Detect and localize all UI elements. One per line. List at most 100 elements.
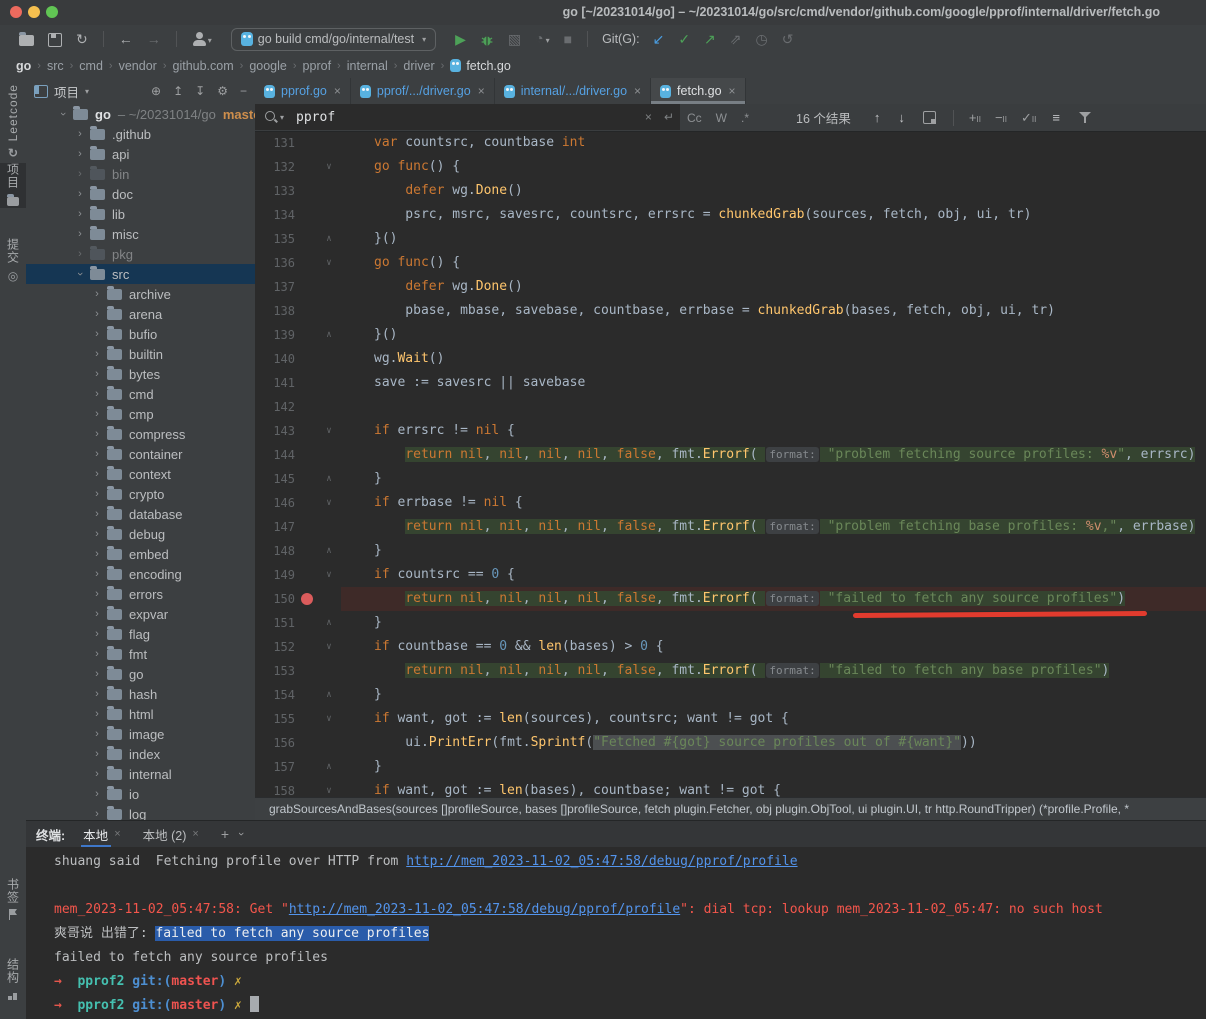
sidebar-item-commit[interactable]: 提交 ◎ [0,238,26,283]
line-number[interactable]: 137 [255,280,297,294]
tree-item[interactable]: › doc [26,184,255,204]
fold-gutter[interactable]: ∨ [317,642,341,652]
profiler-icon[interactable]: ◔ ▾ [535,24,549,55]
user-profile-icon[interactable]: ▾ [192,24,212,55]
fold-gutter[interactable]: ∧ [317,330,341,340]
fold-gutter[interactable]: ∨ [317,426,341,436]
chevron-right-icon[interactable]: › [90,348,104,360]
editor-tab[interactable]: internal/.../driver.go × [495,78,652,104]
tree-item[interactable]: › container [26,444,255,464]
tree-item[interactable]: › fmt [26,644,255,664]
tree-item[interactable]: › crypto [26,484,255,504]
maximize-window-button[interactable] [46,6,58,18]
editor-tab[interactable]: pprof/.../driver.go × [351,78,495,104]
tree-item[interactable]: › .github [26,124,255,144]
tree-item[interactable]: › compress [26,424,255,444]
previous-occurrence-icon[interactable]: ↑ [874,110,881,125]
line-number[interactable]: 141 [255,376,297,390]
code-line[interactable]: 143 ∨ if errsrc != nil { [255,419,1206,443]
line-number[interactable]: 151 [255,616,297,630]
fold-gutter[interactable]: ∨ [317,162,341,172]
next-occurrence-icon[interactable]: ↓ [898,110,905,125]
code-line[interactable]: 146 ∨ if errbase != nil { [255,491,1206,515]
tree-item[interactable]: › debug [26,524,255,544]
chevron-right-icon[interactable]: › [90,468,104,480]
line-number[interactable]: 145 [255,472,297,486]
chevron-right-icon[interactable]: › [74,267,86,281]
fold-gutter[interactable]: ∨ [317,786,341,796]
editor-tab[interactable]: pprof.go × [255,78,351,104]
line-number[interactable]: 152 [255,640,297,654]
terminal-link[interactable]: http://mem_2023-11-02_05:47:58/debug/ppr… [289,902,680,917]
chevron-right-icon[interactable]: › [90,668,104,680]
remove-occurrence-icon[interactable]: −II [995,110,1007,125]
sidebar-item-bookmarks[interactable]: 书签 [0,878,26,923]
line-number[interactable]: 149 [255,568,297,582]
settings-gear-icon[interactable]: ⚙ [217,84,228,98]
code-line[interactable]: 158 ∨ if want, got := len(bases), countbas… [255,779,1206,797]
chevron-right-icon[interactable]: › [73,128,87,140]
chevron-right-icon[interactable]: › [90,808,104,820]
chevron-right-icon[interactable]: › [90,708,104,720]
search-icon[interactable] [265,110,278,124]
git-commit-icon[interactable]: ✓ [678,25,690,53]
collapse-all-icon[interactable]: ↧ [195,84,205,98]
sidebar-item-structure[interactable]: 结构 [0,958,26,1003]
line-number[interactable]: 154 [255,688,297,702]
code-line[interactable]: 154 ∧} [255,683,1206,707]
git-push-icon[interactable]: ↗ [704,25,716,53]
tree-item[interactable]: › archive [26,284,255,304]
sync-icon[interactable]: ↻ [76,25,88,53]
search-results-list-icon[interactable]: ≡ [1052,110,1060,125]
code-line[interactable]: 137 defer wg.Done() [255,275,1206,299]
tree-item[interactable]: › index [26,744,255,764]
chevron-right-icon[interactable]: › [90,728,104,740]
code-line[interactable]: 157 ∧} [255,755,1206,779]
chevron-right-icon[interactable]: › [90,528,104,540]
fold-gutter[interactable]: ∧ [317,618,341,628]
chevron-right-icon[interactable]: › [90,588,104,600]
git-update-icon[interactable]: ↙ [653,25,665,53]
tree-item[interactable]: › image [26,724,255,744]
terminal-tab[interactable]: 本地 × [79,821,124,847]
tree-item[interactable]: › context [26,464,255,484]
code-line[interactable]: 144 return nil, nil, nil, nil, false, fm… [255,443,1206,467]
code-line[interactable]: 142 [255,395,1206,419]
close-icon[interactable]: × [192,828,198,840]
tree-item[interactable]: › expvar [26,604,255,624]
line-number[interactable]: 146 [255,496,297,510]
fold-gutter[interactable]: ∧ [317,474,341,484]
line-number[interactable]: 138 [255,304,297,318]
chevron-right-icon[interactable]: › [90,408,104,420]
code-line[interactable]: 149 ∨ if countsrc == 0 { [255,563,1206,587]
chevron-right-icon[interactable]: › [90,568,104,580]
tree-item[interactable]: › errors [26,584,255,604]
line-number[interactable]: 143 [255,424,297,438]
code-line[interactable]: 136 ∨ go func() { [255,251,1206,275]
tree-item[interactable]: › cmd [26,384,255,404]
chevron-right-icon[interactable]: › [90,288,104,300]
tree-item[interactable]: › bytes [26,364,255,384]
line-number[interactable]: 142 [255,400,297,414]
fold-gutter[interactable]: ∨ [317,498,341,508]
breadcrumb-item[interactable]: pprof [303,59,332,73]
select-all-occurrences-icon[interactable] [922,111,936,124]
tree-item[interactable]: › bufio [26,324,255,344]
new-terminal-tab-button[interactable]: + [221,826,229,842]
chevron-right-icon[interactable]: › [90,688,104,700]
breakpoint-gutter[interactable] [297,593,317,605]
line-number[interactable]: 134 [255,208,297,222]
match-case-toggle[interactable]: Cc [687,111,702,125]
code-line[interactable]: 133 defer wg.Done() [255,179,1206,203]
code-line[interactable]: 135 ∧}() [255,227,1206,251]
tree-item[interactable]: › log [26,804,255,820]
line-number[interactable]: 156 [255,736,297,750]
code-line[interactable]: 153 return nil, nil, nil, nil, false, fm… [255,659,1206,683]
hide-panel-icon[interactable]: − [240,84,247,98]
line-number[interactable]: 132 [255,160,297,174]
line-number[interactable]: 131 [255,136,297,150]
save-all-icon[interactable] [48,25,62,53]
line-number[interactable]: 139 [255,328,297,342]
line-number[interactable]: 153 [255,664,297,678]
newline-icon[interactable]: ↵ [664,110,674,124]
